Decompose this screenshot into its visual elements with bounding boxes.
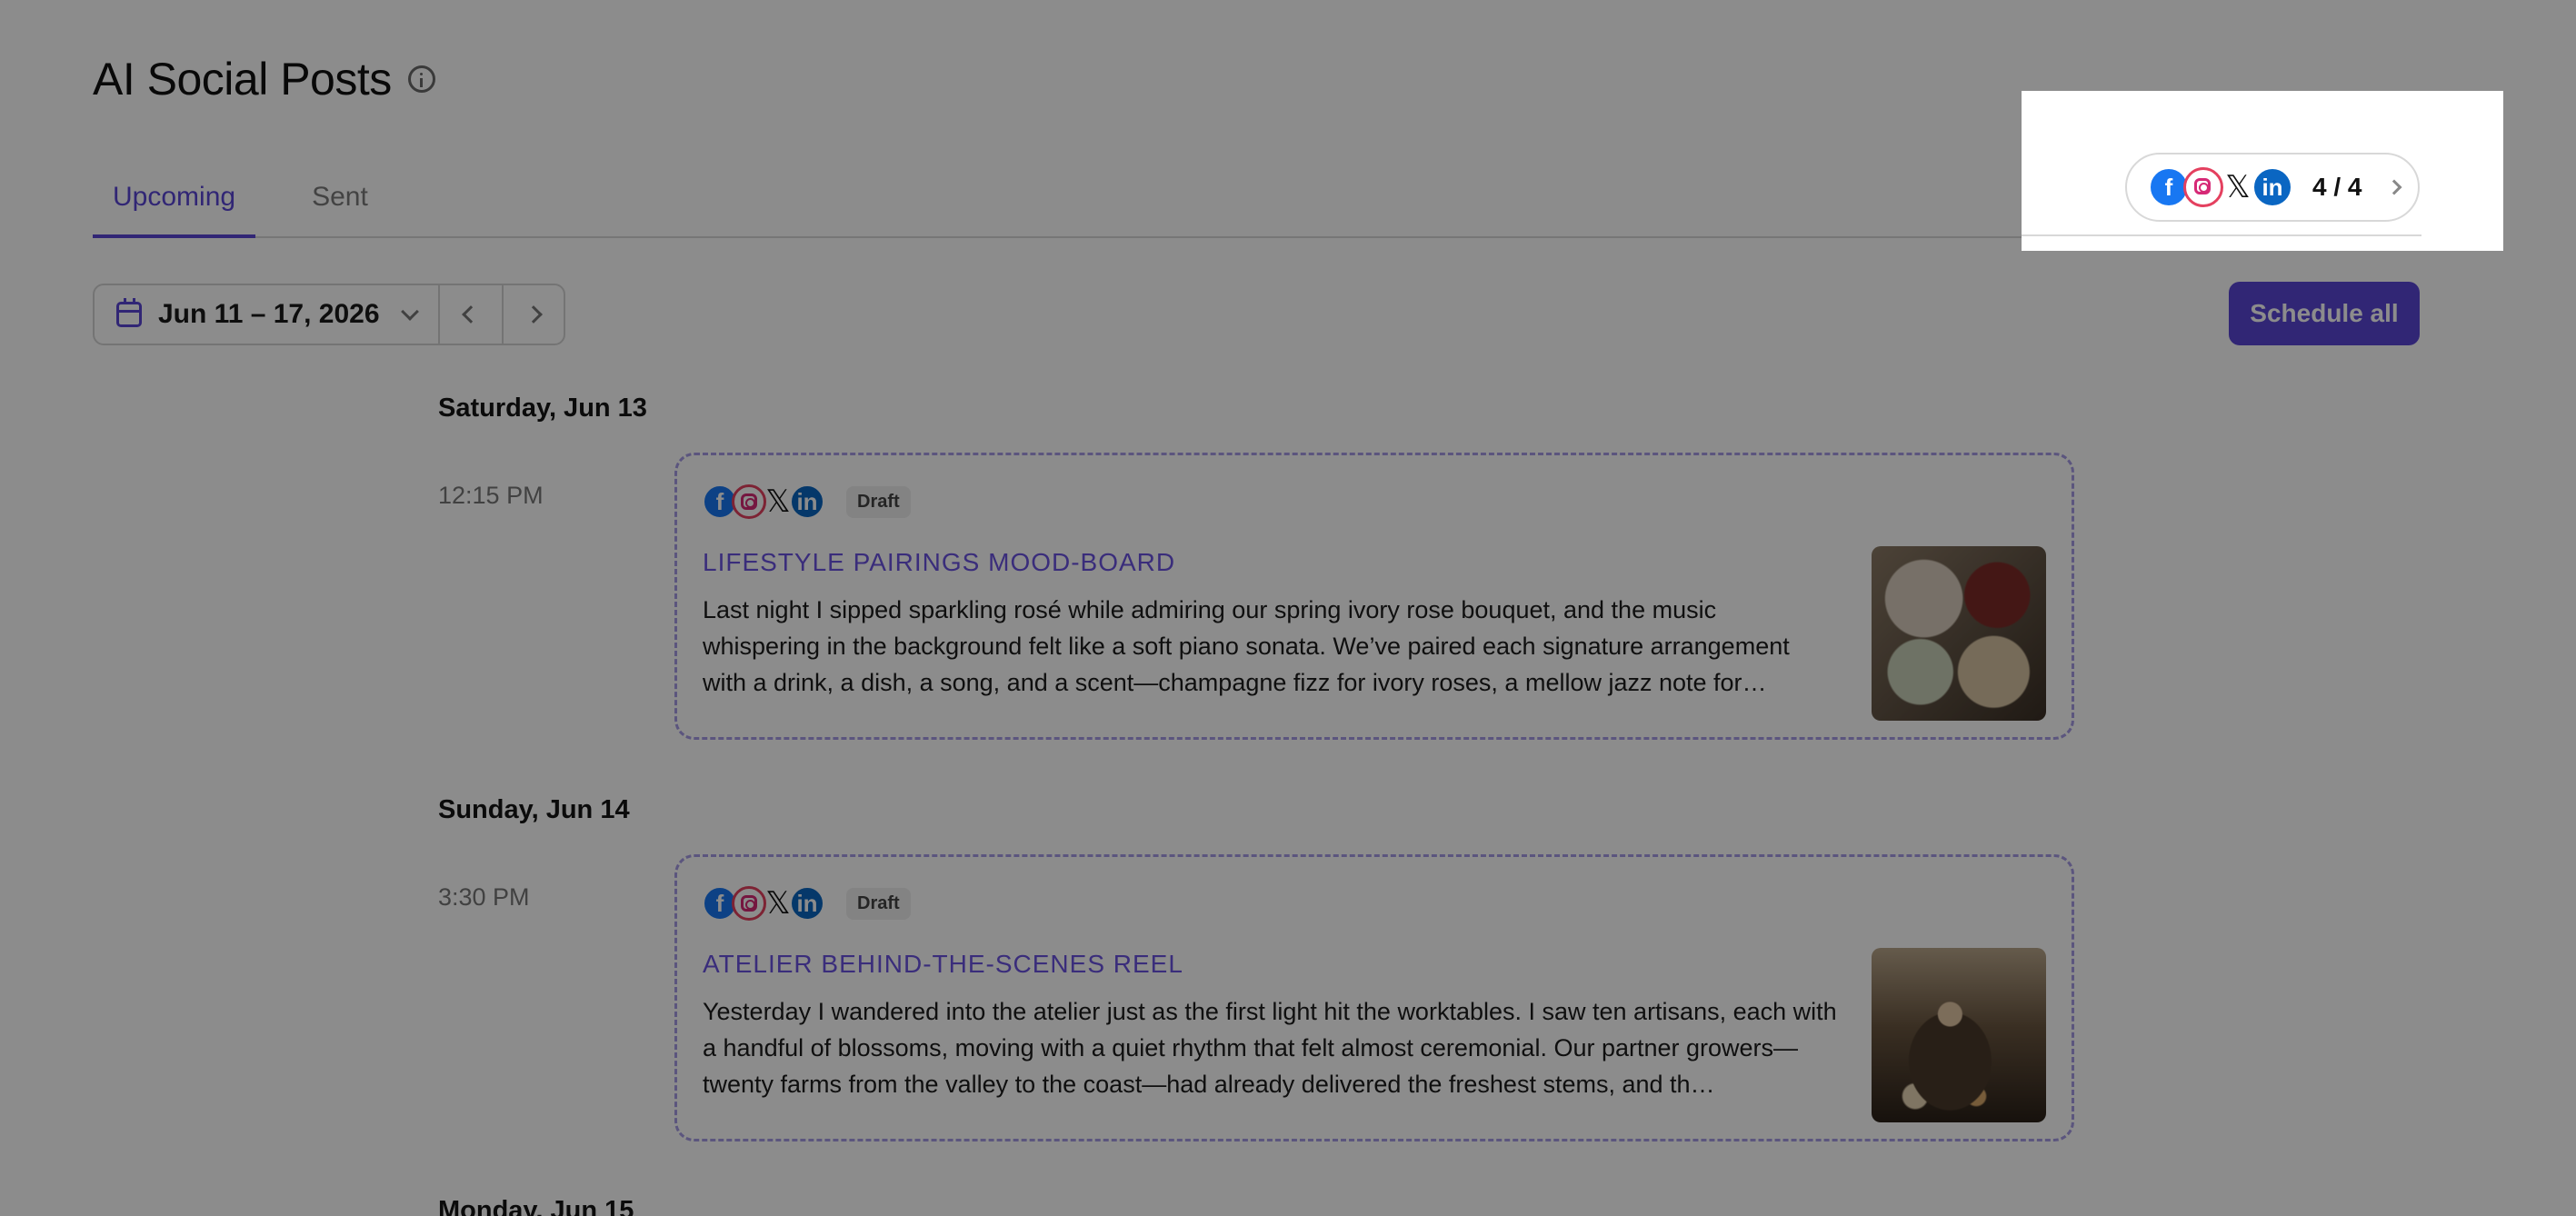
channel-count: 4 / 4 (2312, 173, 2362, 201)
chevron-right-icon (2386, 179, 2402, 195)
page: AI Social Posts Upcoming Sent Jun 11 – 1… (0, 0, 2576, 1216)
instagram-icon: ig (2183, 167, 2223, 207)
channel-selector-button[interactable]: f ig 𝕏 in 4 / 4 (2125, 153, 2420, 222)
divider (2022, 234, 2421, 236)
channel-spotlight: f ig 𝕏 in 4 / 4 (2022, 91, 2503, 251)
linkedin-icon: in (2252, 167, 2292, 207)
